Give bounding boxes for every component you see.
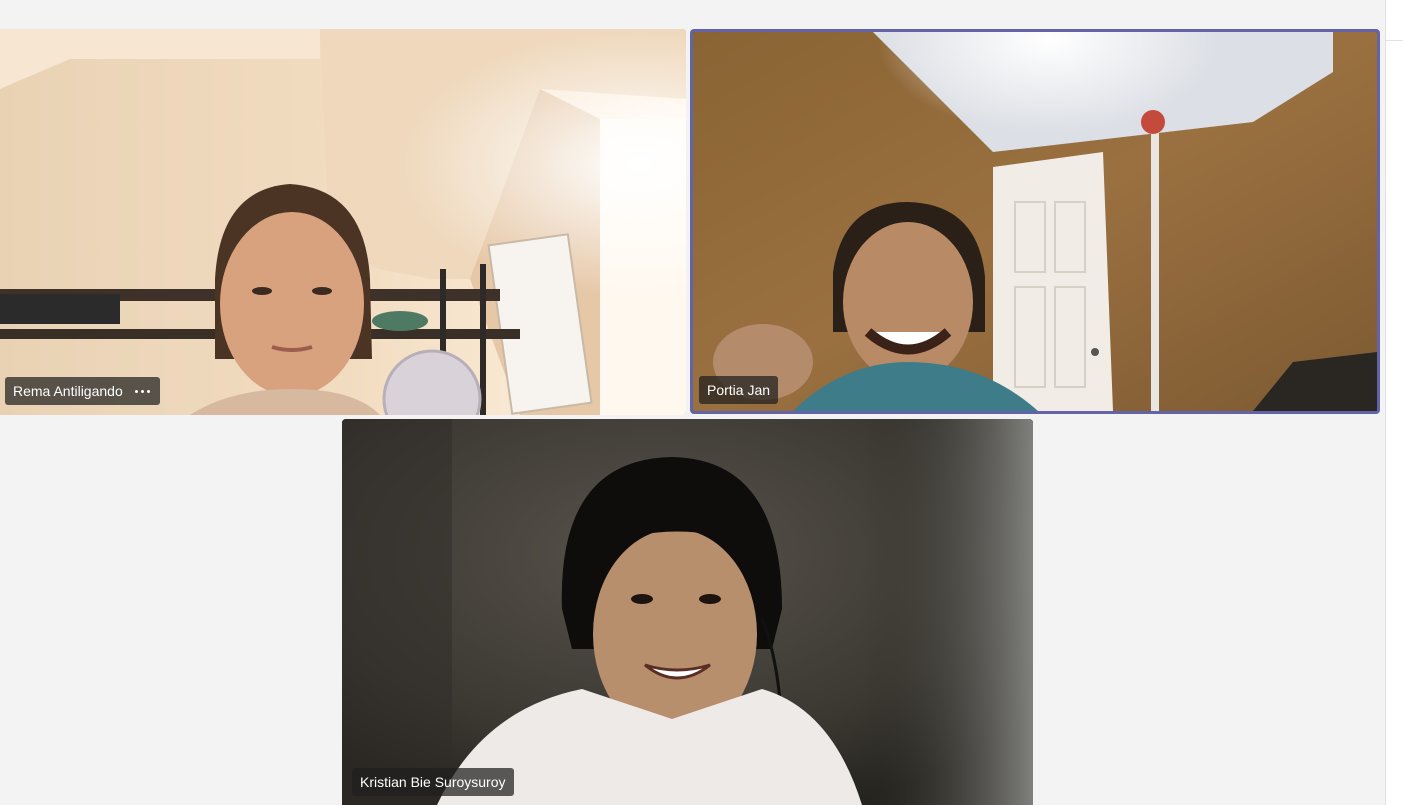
participant-name-label: Portia Jan bbox=[699, 376, 779, 404]
meeting-stage: Rema Antiligando Portia Jan Kristian Bie… bbox=[0, 0, 1403, 805]
right-side-panel-edge bbox=[1385, 0, 1403, 805]
participant-name: Portia Jan bbox=[707, 382, 771, 398]
participant-name-label: Kristian Bie Suroysuroy bbox=[352, 768, 514, 796]
more-horizontal-icon[interactable] bbox=[133, 389, 152, 393]
participant-name: Kristian Bie Suroysuroy bbox=[360, 774, 506, 790]
video-tile-kristian[interactable]: Kristian Bie Suroysuroy bbox=[342, 419, 1033, 805]
video-feed-kristian bbox=[342, 419, 1033, 805]
video-tile-portia[interactable]: Portia Jan bbox=[690, 29, 1380, 414]
divider bbox=[1386, 40, 1403, 41]
video-tile-rema[interactable]: Rema Antiligando bbox=[0, 29, 686, 415]
video-feed-rema bbox=[0, 29, 686, 415]
video-feed-portia bbox=[693, 32, 1377, 411]
participant-name-label: Rema Antiligando bbox=[5, 377, 160, 405]
participant-name: Rema Antiligando bbox=[13, 383, 123, 399]
